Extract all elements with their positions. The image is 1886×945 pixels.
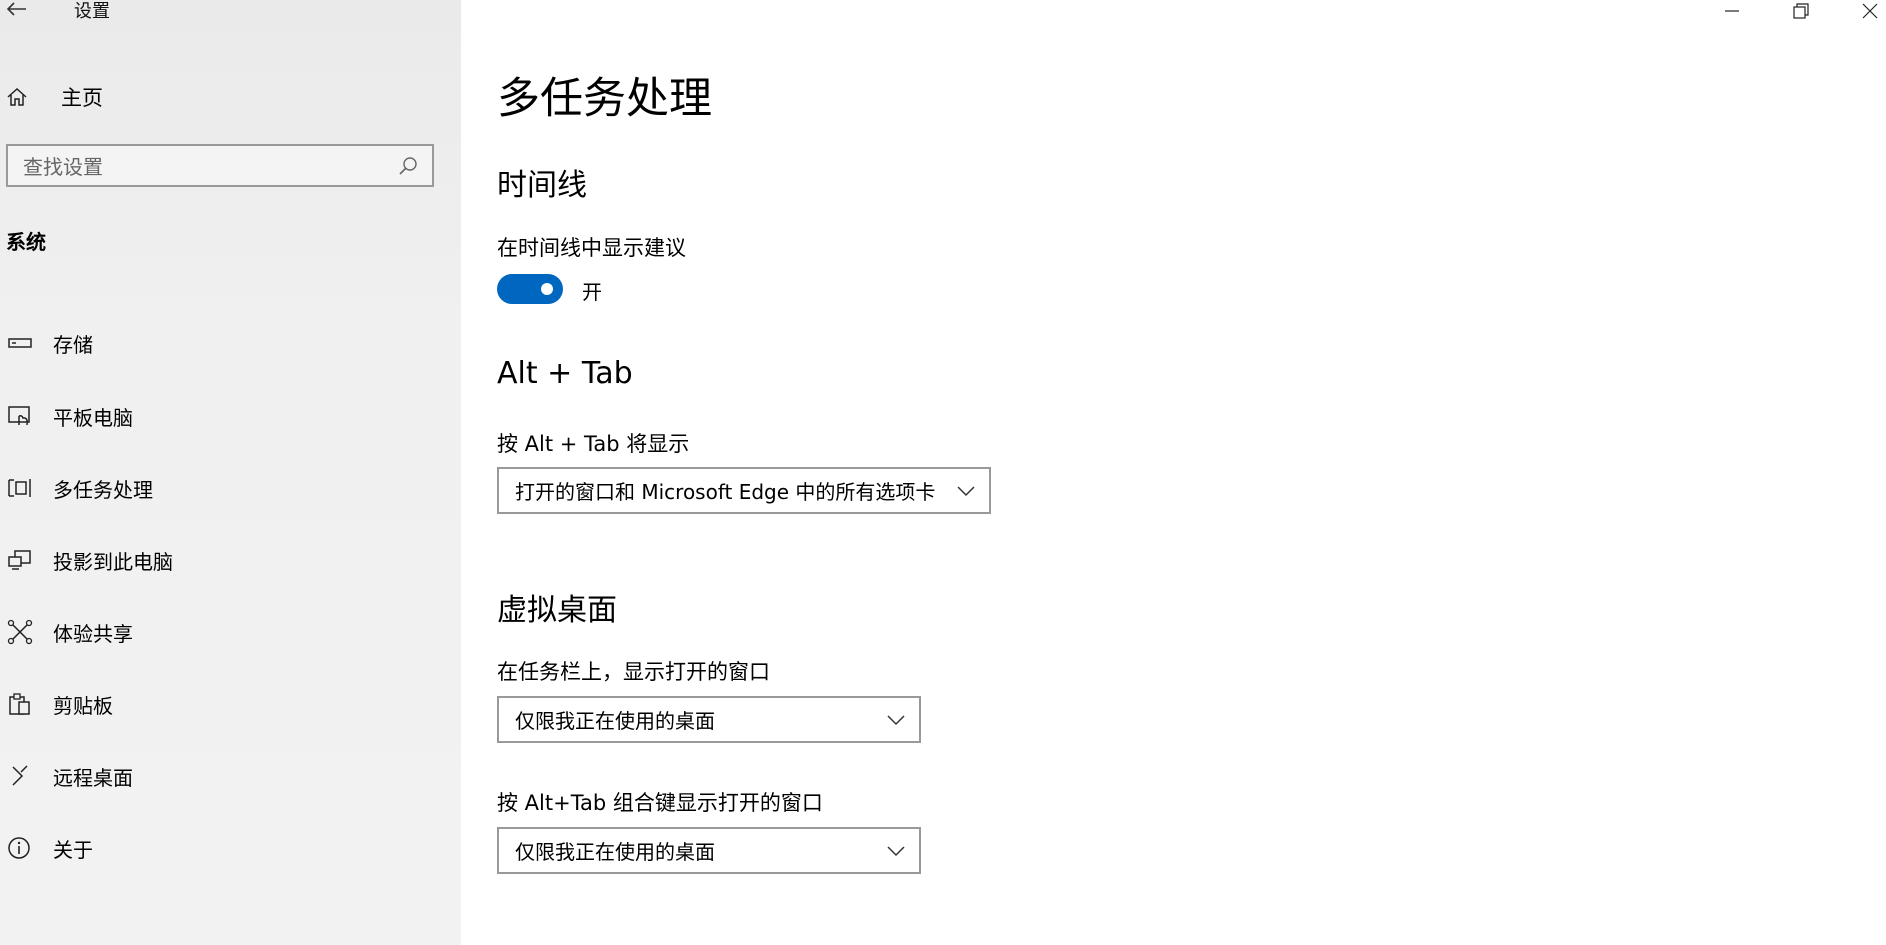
project-icon	[6, 547, 33, 574]
sidebar-item-label: 存储	[53, 332, 93, 357]
sidebar-item-label: 剪贴板	[53, 693, 113, 718]
timeline-heading: 时间线	[497, 168, 587, 203]
shared-experiences-icon	[6, 619, 33, 646]
chevron-down-icon	[887, 714, 905, 725]
remote-desktop-icon	[6, 763, 33, 790]
alt-tab-dropdown[interactable]: 打开的窗口和 Microsoft Edge 中的所有选项卡	[497, 467, 991, 514]
app-title: 设置	[74, 1, 110, 22]
sidebar-item-label: 体验共享	[53, 621, 133, 646]
tablet-icon	[6, 403, 33, 430]
taskbar-windows-label: 在任务栏上，显示打开的窗口	[497, 660, 770, 684]
sidebar-item-clipboard[interactable]: 剪贴板	[6, 687, 113, 721]
sidebar-item-label: 多任务处理	[53, 477, 153, 502]
chevron-down-icon	[957, 485, 975, 496]
info-icon	[6, 835, 33, 862]
toggle-state-label: 开	[582, 280, 602, 304]
alttab-windows-selected-value: 仅限我正在使用的桌面	[515, 840, 715, 864]
alt-tab-label: 按 Alt + Tab 将显示	[497, 432, 690, 456]
back-arrow-icon	[6, 2, 26, 16]
sidebar-item-label: 平板电脑	[53, 405, 133, 430]
sidebar-item-storage[interactable]: 存储	[6, 326, 93, 360]
toggle-knob	[541, 283, 553, 295]
sidebar-item-about[interactable]: 关于	[6, 831, 93, 865]
chevron-down-icon	[887, 845, 905, 856]
sidebar-item-label: 投影到此电脑	[53, 549, 173, 574]
search-placeholder: 查找设置	[23, 155, 103, 179]
home-icon	[7, 87, 27, 106]
timeline-suggestions-toggle[interactable]	[497, 274, 563, 304]
storage-icon	[6, 330, 33, 357]
search-icon[interactable]	[398, 156, 418, 176]
taskbar-windows-dropdown[interactable]: 仅限我正在使用的桌面	[497, 696, 921, 743]
virtual-desktops-heading: 虚拟桌面	[497, 593, 617, 628]
home-label: 主页	[61, 86, 103, 110]
multitasking-icon	[6, 475, 33, 502]
taskbar-windows-selected-value: 仅限我正在使用的桌面	[515, 709, 715, 733]
sidebar-item-label: 关于	[53, 837, 93, 862]
alt-tab-selected-value: 打开的窗口和 Microsoft Edge 中的所有选项卡	[515, 480, 936, 504]
back-button[interactable]	[6, 0, 36, 22]
main-content: 多任务处理 时间线 在时间线中显示建议 开 Alt + Tab 按 Alt + …	[497, 0, 1886, 945]
alttab-windows-dropdown[interactable]: 仅限我正在使用的桌面	[497, 827, 921, 874]
sidebar-item-tablet[interactable]: 平板电脑	[6, 399, 133, 433]
clipboard-icon	[6, 691, 33, 718]
sidebar-item-shared-experiences[interactable]: 体验共享	[6, 615, 133, 649]
sidebar-item-multitasking[interactable]: 多任务处理	[6, 471, 153, 505]
alt-tab-heading: Alt + Tab	[497, 356, 633, 391]
page-title: 多任务处理	[497, 74, 712, 124]
sidebar-item-label: 远程桌面	[53, 765, 133, 790]
search-input[interactable]: 查找设置	[6, 144, 434, 187]
sidebar-item-remote-desktop[interactable]: 远程桌面	[6, 759, 133, 793]
alttab-windows-label: 按 Alt+Tab 组合键显示打开的窗口	[497, 791, 823, 815]
section-label-system: 系统	[6, 230, 46, 254]
sidebar: 设置 主页 查找设置 系统 存储 平板电脑 多任务处理 投影到此电脑 体验共享 …	[0, 0, 461, 945]
sidebar-item-project[interactable]: 投影到此电脑	[6, 543, 173, 577]
timeline-suggestions-label: 在时间线中显示建议	[497, 236, 686, 260]
home-nav-item[interactable]: 主页	[6, 80, 103, 114]
